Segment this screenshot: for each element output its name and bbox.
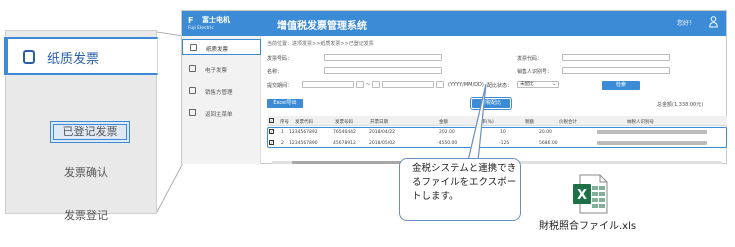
invoice-no-input[interactable] bbox=[324, 54, 442, 61]
document-icon bbox=[23, 50, 35, 64]
main-content: 当前位置：进项发票>>纸质发票>>已登记发票 发票号码： 发票代码： 名称： 销… bbox=[262, 36, 728, 164]
active-indicator bbox=[4, 39, 8, 73]
callout-text: 金税システムと連携できるファイルをエクスポートします。 bbox=[412, 163, 517, 202]
invoice-no-label: 发票号码： bbox=[267, 56, 293, 62]
logo-text: 富士电机 bbox=[202, 16, 230, 24]
calendar-icon[interactable] bbox=[372, 81, 380, 88]
sidebar-item-paper-invoice[interactable]: 纸质发票 bbox=[182, 39, 261, 55]
list-icon bbox=[189, 87, 196, 94]
col-header: 税额 bbox=[525, 120, 534, 125]
submit-time-label: 提交期间： bbox=[267, 83, 293, 89]
fuji-logo-icon: F bbox=[188, 16, 194, 25]
match-status-select[interactable]: 未配比 ⌄ bbox=[517, 81, 559, 88]
image-icon bbox=[189, 65, 196, 72]
col-header: 纳税人识别号 bbox=[627, 120, 654, 125]
col-header: 开票日期 bbox=[370, 120, 388, 125]
rows-highlight-frame bbox=[267, 127, 727, 148]
date-separator: ~ bbox=[366, 82, 371, 88]
excel-file-icon: X bbox=[573, 174, 608, 214]
query-button[interactable]: 检索 bbox=[602, 81, 640, 90]
home-icon bbox=[189, 109, 196, 116]
invoice-code-input[interactable] bbox=[562, 54, 670, 61]
seller-tax-id-label: 销售人识别号： bbox=[517, 69, 553, 75]
greeting-text: 您好！ bbox=[677, 20, 696, 27]
app-title: 增值税发票管理系统 bbox=[277, 21, 367, 32]
explanation-callout: 金税システムと連携できるファイルをエクスポートします。 bbox=[399, 158, 521, 221]
name-label: 名称： bbox=[267, 69, 283, 75]
col-header: 序号 bbox=[280, 120, 289, 125]
zoom-menu-label: 纸质发票 bbox=[47, 52, 100, 67]
calendar-icon[interactable] bbox=[436, 81, 444, 88]
zoom-menu-paper-invoice[interactable]: 纸质发票 bbox=[4, 37, 158, 75]
zoomed-sidebar-panel: 纸质发票 已登记发票 发票确认 发票登记 bbox=[4, 30, 158, 222]
table-header: ✓ 序号 发票代码 发票号码 开票日期 金额 税率(%) 税额 价税合计 纳税人… bbox=[267, 116, 727, 126]
select-all-checkbox[interactable]: ✓ bbox=[269, 118, 274, 123]
date-from-input[interactable] bbox=[302, 81, 354, 88]
invoice-code-label: 发票代码： bbox=[517, 56, 543, 62]
sidebar-item-label: 电子发票 bbox=[205, 68, 228, 74]
breadcrumb: 当前位置：进项发票>>纸质发票>>已登记发票 bbox=[267, 41, 374, 47]
match-status-value: 未配比 bbox=[520, 82, 534, 87]
svg-text:X: X bbox=[577, 188, 587, 203]
col-header: 发票号码 bbox=[335, 120, 353, 125]
tax-reconcile-button[interactable]: 财税配比 bbox=[470, 97, 512, 110]
user-icon[interactable] bbox=[709, 16, 718, 28]
document-icon bbox=[190, 44, 197, 51]
sidebar-item-label: 销售方管理 bbox=[205, 90, 233, 96]
seller-tax-id-input[interactable] bbox=[562, 67, 670, 74]
sidebar-item-label: 返回主菜单 bbox=[205, 112, 233, 118]
app-window: F 富士电机 Fuji Electric 增值税发票管理系统 您好！ 纸质发票 … bbox=[181, 10, 727, 164]
logo-subtext: Fuji Electric bbox=[188, 26, 214, 31]
match-status-label: 配比状态： bbox=[487, 83, 513, 89]
sidebar-item-label: 纸质发票 bbox=[206, 47, 229, 53]
sidebar-item-home[interactable]: 返回主菜单 bbox=[182, 105, 261, 121]
scrollbar-thumb[interactable] bbox=[292, 161, 412, 164]
name-input[interactable] bbox=[324, 67, 442, 74]
chevron-down-icon: ⌄ bbox=[552, 82, 556, 87]
sidebar-item-seller-mgmt[interactable]: 销售方管理 bbox=[182, 83, 261, 99]
col-header: 发票代码 bbox=[295, 120, 313, 125]
col-header: 金额 bbox=[439, 120, 448, 125]
zoom-submenu-registered[interactable]: 已登记发票 bbox=[50, 121, 130, 143]
focus-ring bbox=[53, 124, 127, 140]
calendar-icon[interactable] bbox=[356, 81, 364, 88]
top-bar: F 富士电机 Fuji Electric 增值税发票管理系统 您好！ bbox=[182, 11, 726, 36]
col-header: 价税合计 bbox=[559, 120, 577, 125]
zoom-submenu-register[interactable]: 发票登记 bbox=[64, 207, 108, 223]
date-to-input[interactable] bbox=[382, 81, 434, 88]
excel-file-name: 財税照合ファイル.xls bbox=[539, 221, 637, 232]
zoom-submenu-confirm[interactable]: 发票确认 bbox=[64, 164, 108, 180]
col-header: 税率(%) bbox=[477, 120, 494, 125]
date-format-hint: (YYYY/MM/DD) bbox=[448, 82, 484, 88]
excel-export-button[interactable]: Excel导出 bbox=[267, 99, 303, 108]
sidebar: 纸质发票 电子发票 销售方管理 返回主菜单 bbox=[182, 36, 261, 164]
sidebar-item-e-invoice[interactable]: 电子发票 bbox=[182, 61, 261, 77]
total-amount: 总金额(1,338.00元) bbox=[657, 102, 704, 108]
